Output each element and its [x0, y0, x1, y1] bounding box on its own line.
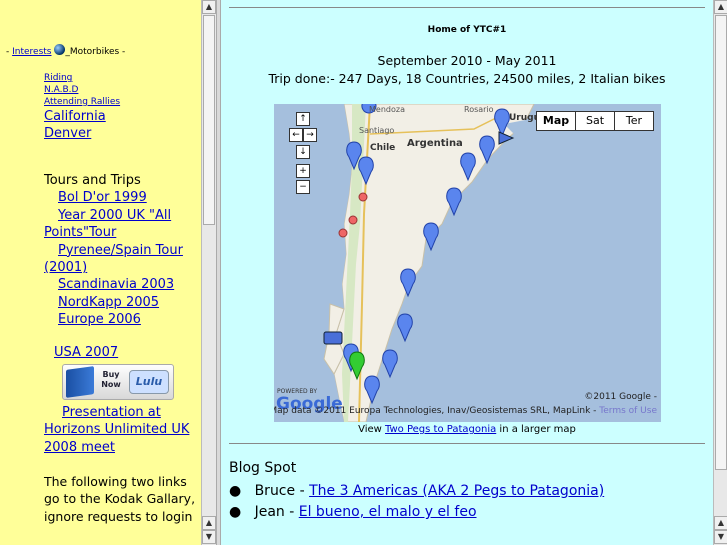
bullet-icon: ● [229, 483, 242, 499]
sub-links: Riding N.A.B.D Attending Rallies [44, 72, 120, 108]
scroll-up-icon[interactable]: ▲ [202, 0, 216, 14]
map-type-ter[interactable]: Ter [615, 112, 653, 130]
zoom-out-icon[interactable]: − [296, 180, 310, 194]
view-larger-map: View Two Pegs to Patagonia in a larger m… [221, 424, 713, 435]
left-frame: - Interests _Motorbikes - Riding N.A.B.D… [0, 0, 201, 545]
california-link[interactable]: California [44, 108, 106, 125]
globe-icon [54, 44, 66, 55]
map-canvas[interactable]: Mendoza Rosario Urugu Santiago Chile Arg… [274, 104, 661, 422]
svg-text:Chile: Chile [370, 143, 395, 153]
rallies-link[interactable]: Attending Rallies [44, 96, 120, 108]
denver-link[interactable]: Denver [44, 125, 106, 142]
trip-dates: September 2010 - May 2011 [377, 53, 557, 68]
google-map[interactable]: Mendoza Rosario Urugu Santiago Chile Arg… [274, 104, 661, 422]
svg-text:Mendoza: Mendoza [369, 105, 405, 114]
riding-link[interactable]: Riding [44, 72, 120, 84]
pan-up-icon[interactable]: ↑ [296, 112, 310, 126]
tour-link[interactable]: NordKapp 2005 [58, 295, 159, 310]
map-copyright: ©2011 Google - [584, 392, 657, 402]
blog-list: ● Bruce - The 3 Americas (AKA 2 Pegs to … [229, 481, 604, 523]
kodak-text: The following two links go to the Kodak … [44, 474, 196, 524]
scroll-up-icon[interactable]: ▲ [714, 516, 727, 530]
map-type-toggle: Map Sat Ter [536, 111, 654, 131]
larger-map-link[interactable]: Two Pegs to Patagonia [385, 424, 496, 435]
right-scroll-thumb[interactable] [715, 15, 727, 470]
scroll-up-icon[interactable]: ▲ [714, 0, 727, 14]
tours-heading: Tours and Trips [44, 173, 141, 188]
nabd-link[interactable]: N.A.B.D [44, 84, 120, 96]
blog-heading: Blog Spot [229, 460, 297, 476]
right-scrollbar[interactable]: ▲ ▲ ▼ [713, 0, 727, 545]
trip-summary: Trip done:- 247 Days, 18 Countries, 2450… [268, 71, 666, 86]
tour-link[interactable]: Pyrenee/Spain Tour (2001) [44, 243, 183, 275]
top-rule [229, 7, 705, 8]
places: California Denver [44, 108, 106, 142]
presentation-link[interactable]: Presentation at Horizons Unlimited UK 20… [44, 405, 189, 455]
blog-link[interactable]: The 3 Americas (AKA 2 Pegs to Patagonia) [309, 483, 604, 499]
blog-author: Bruce - [254, 483, 310, 499]
bullet-icon: ● [229, 504, 242, 520]
view-suffix: in a larger map [496, 424, 576, 435]
list-item: ● Bruce - The 3 Americas (AKA 2 Pegs to … [229, 481, 604, 502]
tour-link[interactable]: Europe 2006 [58, 312, 141, 327]
svg-text:Argentina: Argentina [407, 138, 463, 149]
view-prefix: View [358, 424, 386, 435]
motorbikes-text: _Motorbikes - [65, 47, 126, 57]
scroll-up-icon[interactable]: ▲ [202, 516, 216, 530]
presentation: Presentation at Horizons Unlimited UK 20… [44, 404, 194, 456]
map-type-sat[interactable]: Sat [576, 112, 615, 130]
book-icon [66, 366, 94, 398]
svg-text:Rosario: Rosario [464, 105, 494, 114]
map-data-text: Map data ©2011 Europa Technologies, Inav… [274, 406, 600, 416]
buy-now-text: Buy Now [101, 370, 121, 389]
interests-link[interactable]: Interests [12, 47, 51, 57]
zoom-in-icon[interactable]: + [296, 164, 310, 178]
lulu-logo: Lulu [129, 370, 169, 394]
scroll-down-icon[interactable]: ▼ [714, 530, 727, 544]
tour-link[interactable]: Scandinavia 2003 [58, 277, 174, 292]
blog-link[interactable]: El bueno, el malo y el feo [299, 504, 477, 520]
middle-rule [229, 443, 705, 444]
right-frame: Home of YTC#1 September 2010 - May 2011 … [221, 0, 713, 545]
home-title: Home of YTC#1 [427, 25, 507, 35]
tour-link[interactable]: Year 2000 UK "All Points"Tour [44, 208, 171, 240]
tours-section: Tours and Trips Bol D'or 1999 Year 2000 … [44, 172, 194, 329]
interests-line: - Interests _Motorbikes - [6, 44, 125, 57]
usa-2007: USA 2007 [54, 345, 118, 360]
map-type-map[interactable]: Map [537, 112, 576, 130]
left-scroll-thumb[interactable] [203, 15, 215, 225]
buy-now-lulu-button[interactable]: Buy Now Lulu [62, 364, 174, 400]
left-scrollbar[interactable]: ▲ ▲ ▼ [201, 0, 217, 545]
blog-author: Jean - [254, 504, 299, 520]
pan-left-icon[interactable]: ← [289, 128, 303, 142]
map-data-credits: Map data ©2011 Europa Technologies, Inav… [274, 406, 657, 416]
scroll-down-icon[interactable]: ▼ [202, 530, 216, 544]
pan-right-icon[interactable]: → [303, 128, 317, 142]
usa-2007-link[interactable]: USA 2007 [54, 345, 118, 360]
svg-text:Santiago: Santiago [359, 126, 394, 135]
list-item: ● Jean - El bueno, el malo y el feo [229, 502, 604, 523]
tour-link[interactable]: Bol D'or 1999 [58, 190, 147, 205]
pan-down-icon[interactable]: ↓ [296, 145, 310, 159]
terms-link[interactable]: Terms of Use [599, 406, 657, 416]
